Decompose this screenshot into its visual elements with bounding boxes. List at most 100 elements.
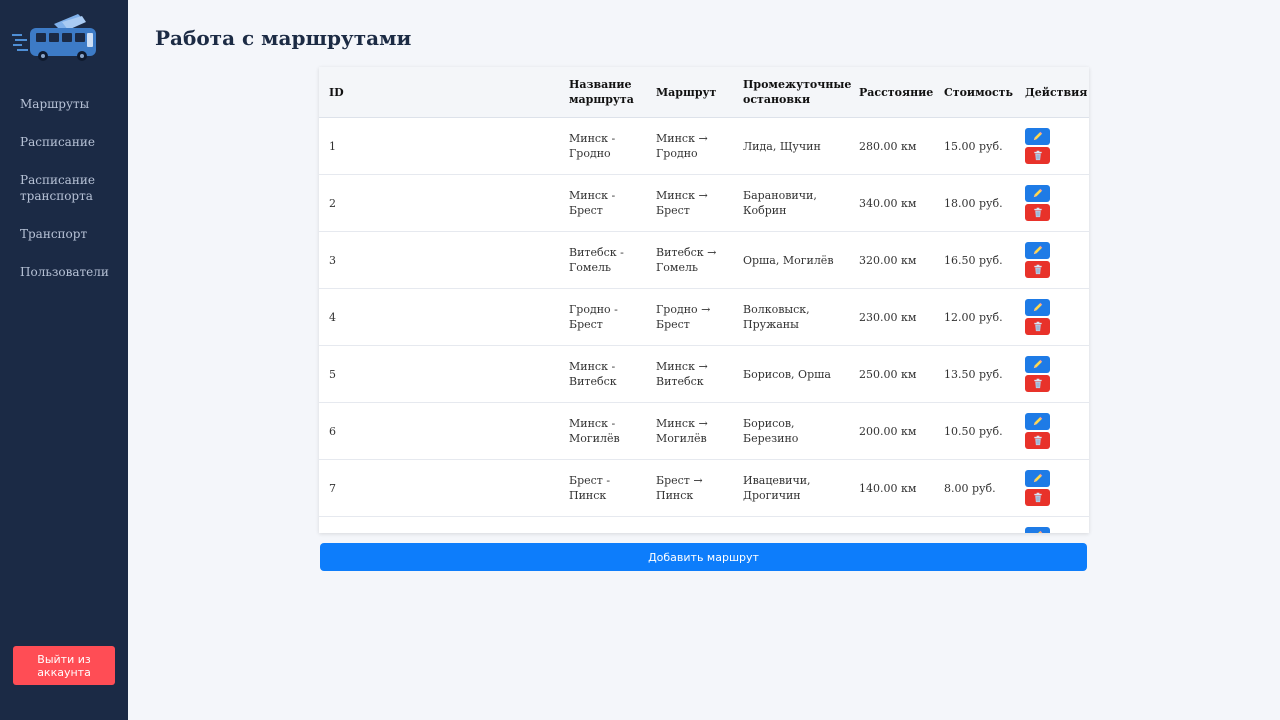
delete-route-button[interactable] [1025,261,1050,278]
page-title: Работа с маршрутами [155,26,412,50]
cell-distance: 140.00 км [849,459,934,517]
row-actions [1025,527,1079,533]
cell-cost: 10.50 руб. [934,402,1015,460]
cell-name: Минск - Брест [559,174,646,232]
trash-icon [1033,207,1043,218]
cell-id: 6 [319,402,559,460]
row-actions [1025,299,1079,335]
cell-cost: 15.00 руб. [934,117,1015,175]
cell-distance [849,516,934,533]
trash-icon [1033,321,1043,332]
edit-route-button[interactable] [1025,527,1050,533]
cell-distance: 280.00 км [849,117,934,175]
edit-route-button[interactable] [1025,128,1050,145]
cell-id: 4 [319,288,559,346]
row-actions [1025,128,1079,164]
cell-cost: 8.00 руб. [934,459,1015,517]
logout-button[interactable]: Выйти из аккаунта [13,646,115,685]
cell-stops: Барановичи, Кобрин [733,174,849,232]
pencil-icon [1032,245,1043,256]
sidebar-item-routes[interactable]: Маршруты [0,88,128,120]
cell-actions [1015,117,1089,175]
cell-distance: 340.00 км [849,174,934,232]
column-header-stops[interactable]: Промежуточные остановки [733,67,851,118]
edit-route-button[interactable] [1025,356,1050,373]
table-row: 6 Минск - Могилёв Минск → Могилёв Борисов, … [319,402,1089,460]
cell-name [559,516,646,533]
row-actions [1025,242,1079,278]
cell-cost: 16.50 руб. [934,231,1015,289]
column-header-actions: Действия [1015,67,1089,118]
cell-actions [1015,402,1089,460]
column-header-distance[interactable]: Расстояние [849,67,934,118]
table-row: 2 Минск - Брест Минск → Брест Барановичи, К… [319,174,1089,232]
column-header-cost[interactable]: Стоимость [934,67,1015,118]
cell-distance: 250.00 км [849,345,934,403]
cell-actions [1015,231,1089,289]
delete-route-button[interactable] [1025,375,1050,392]
cell-actions [1015,459,1089,517]
edit-route-button[interactable] [1025,185,1050,202]
delete-route-button[interactable] [1025,318,1050,335]
pencil-icon [1032,473,1043,484]
trash-icon [1033,435,1043,446]
pencil-icon [1032,359,1043,370]
cell-route: Минск → Гродно [646,117,733,175]
cell-id: 5 [319,345,559,403]
sidebar-nav: Маршруты Расписание Расписание транспорт… [0,88,128,294]
sidebar: Маршруты Расписание Расписание транспорт… [0,0,128,720]
cell-cost: 12.00 руб. [934,288,1015,346]
pencil-icon [1032,131,1043,142]
sidebar-item-transport-schedule[interactable]: Расписание транспорта [0,164,128,212]
delete-route-button[interactable] [1025,147,1050,164]
table-row: 1 Минск - Гродно Минск → Гродно Лида, Щучин… [319,117,1089,175]
sidebar-item-transport[interactable]: Транспорт [0,218,128,250]
trash-icon [1033,264,1043,275]
cell-stops: Орша, Могилёв [733,231,849,289]
cell-name: Минск - Гродно [559,117,646,175]
edit-route-button[interactable] [1025,413,1050,430]
trash-icon [1033,378,1043,389]
pencil-icon [1032,530,1043,533]
cell-actions [1015,174,1089,232]
edit-route-button[interactable] [1025,470,1050,487]
edit-route-button[interactable] [1025,299,1050,316]
cell-name: Гродно - Брест [559,288,646,346]
table-row: 3 Витебск - Гомель Витебск → Гомель Орша, М… [319,231,1089,289]
row-actions [1025,356,1079,392]
column-header-route[interactable]: Маршрут [646,67,733,118]
cell-id: 7 [319,459,559,517]
cell-route: Минск → Брест [646,174,733,232]
cell-route: Минск → Могилёв [646,402,733,460]
cell-cost: 18.00 руб. [934,174,1015,232]
trash-icon [1033,150,1043,161]
column-header-id[interactable]: ID [319,67,559,118]
cell-distance: 200.00 км [849,402,934,460]
cell-cost: 13.50 руб. [934,345,1015,403]
table-row: 4 Гродно - Брест Гродно → Брест Волковыск, … [319,288,1089,346]
cell-id: 1 [319,117,559,175]
cell-id: 2 [319,174,559,232]
cell-id [319,516,559,533]
sidebar-item-schedule[interactable]: Расписание [0,126,128,158]
add-route-button[interactable]: Добавить маршрут [320,543,1087,571]
delete-route-button[interactable] [1025,204,1050,221]
delete-route-button[interactable] [1025,432,1050,449]
pencil-icon [1032,416,1043,427]
table-row: 7 Брест - Пинск Брест → Пинск Ивацевичи, Др… [319,459,1089,517]
column-header-name[interactable]: Название маршрута [559,67,646,118]
cell-route [646,516,733,533]
routes-table: ID Название маршрута Маршрут Промежуточн… [319,67,1089,533]
row-actions [1025,470,1079,506]
pencil-icon [1032,302,1043,313]
sidebar-item-users[interactable]: Пользователи [0,256,128,288]
cell-name: Брест - Пинск [559,459,646,517]
cell-stops: Борисов, Орша [733,345,849,403]
routes-table-container: ID Название маршрута Маршрут Промежуточн… [319,67,1089,533]
cell-stops [733,516,849,533]
table-row: 5 Минск - Витебск Минск → Витебск Борисов, … [319,345,1089,403]
row-actions [1025,185,1079,221]
edit-route-button[interactable] [1025,242,1050,259]
cell-actions [1015,288,1089,346]
delete-route-button[interactable] [1025,489,1050,506]
